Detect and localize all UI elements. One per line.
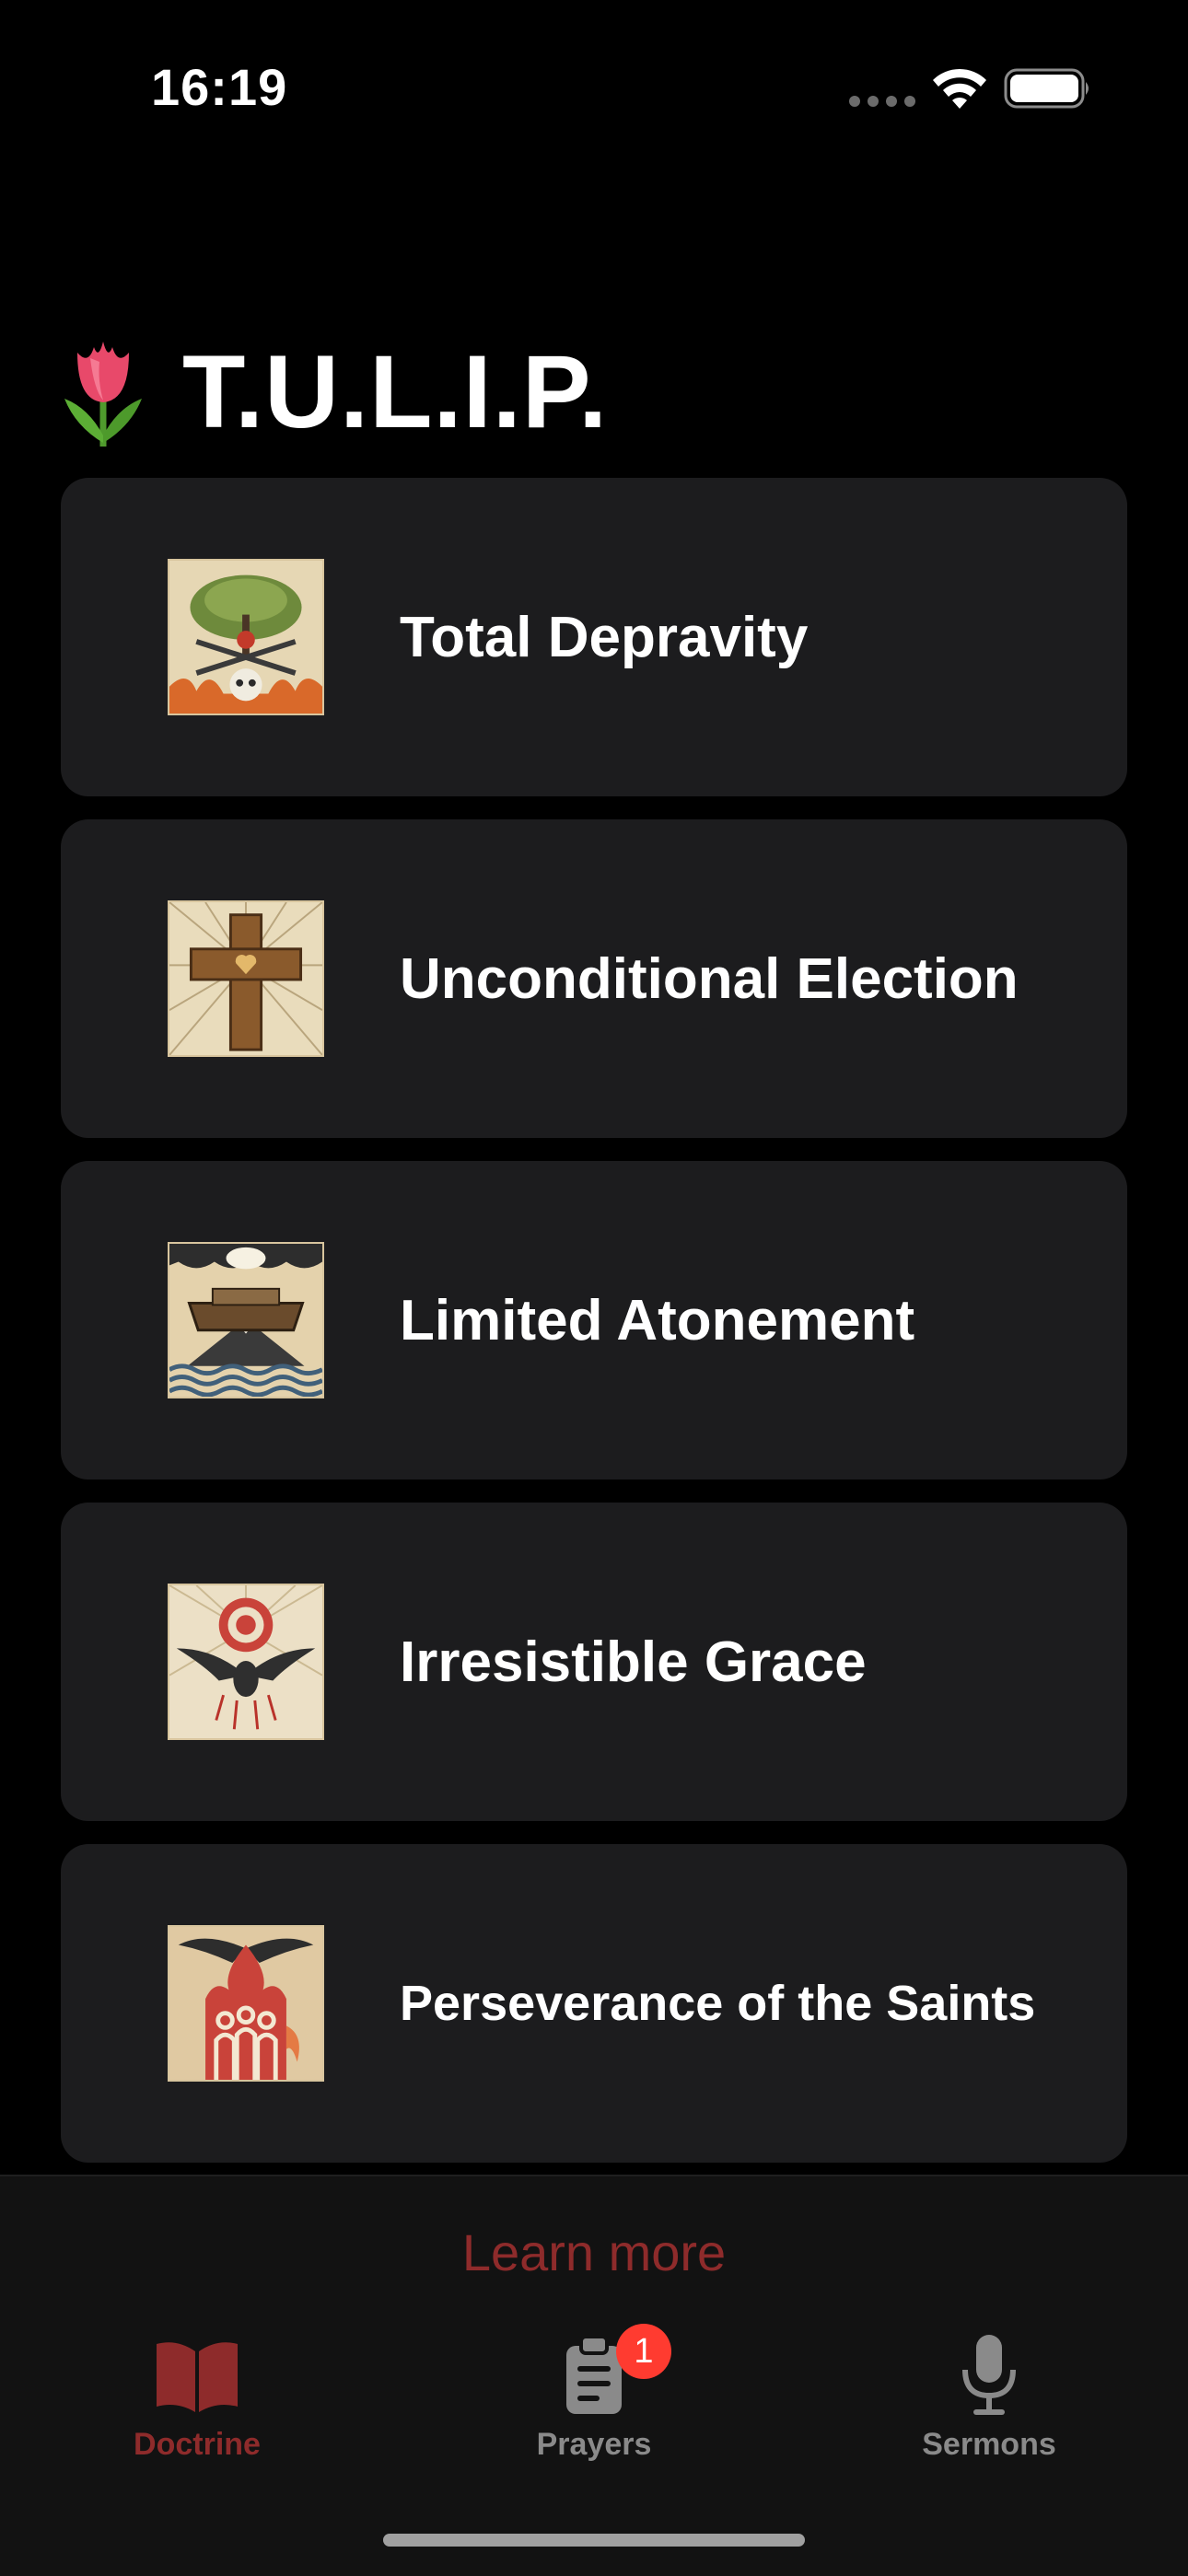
- tab-prayers[interactable]: 1 Prayers: [456, 2324, 732, 2480]
- tab-label: Doctrine: [134, 2427, 261, 2462]
- card-perseverance-of-the-saints[interactable]: Perseverance of the Saints: [61, 1844, 1127, 2163]
- tab-doctrine[interactable]: Doctrine: [59, 2333, 335, 2480]
- card-unconditional-election[interactable]: Unconditional Election: [61, 819, 1127, 1138]
- battery-icon: [1004, 68, 1089, 109]
- card-irresistible-grace[interactable]: Irresistible Grace: [61, 1503, 1127, 1821]
- status-bar: 16:19: [0, 0, 1188, 175]
- card-label: Total Depravity: [400, 605, 809, 669]
- flame-saints-icon: [168, 1925, 324, 2082]
- book-icon: [157, 2342, 238, 2412]
- tab-bar: Doctrine 1 Prayers Sermons: [0, 2324, 1188, 2480]
- page-title: T.U.L.I.P.: [182, 333, 609, 449]
- notification-badge: 1: [616, 2324, 671, 2379]
- cross-heart-icon: [168, 900, 324, 1057]
- tab-label: Prayers: [536, 2427, 652, 2462]
- status-time: 16:19: [151, 58, 288, 116]
- card-limited-atonement[interactable]: Limited Atonement: [61, 1161, 1127, 1479]
- card-total-depravity[interactable]: Total Depravity: [61, 478, 1127, 796]
- doctrine-list: Total Depravity Unconditional Election L…: [61, 478, 1127, 2186]
- card-label: Irresistible Grace: [400, 1630, 867, 1694]
- bottom-bar: Learn more Doctrine 1 Prayers Sermons: [0, 2175, 1188, 2576]
- page-header: T.U.L.I.P.: [57, 331, 608, 451]
- wifi-icon: [933, 68, 986, 109]
- learn-more-link[interactable]: Learn more: [0, 2222, 1188, 2282]
- card-label: Perseverance of the Saints: [400, 1976, 1036, 2031]
- ark-icon: [168, 1242, 324, 1398]
- home-indicator[interactable]: [383, 2534, 805, 2547]
- dove-flower-icon: [168, 1584, 324, 1740]
- card-label: Limited Atonement: [400, 1288, 915, 1352]
- card-label: Unconditional Election: [400, 946, 1019, 1011]
- cellular-signal-icon: [849, 96, 915, 107]
- tab-label: Sermons: [922, 2427, 1056, 2462]
- tulip-icon: [64, 342, 142, 447]
- tree-skull-icon: [168, 559, 324, 715]
- tab-sermons[interactable]: Sermons: [851, 2333, 1127, 2480]
- microphone-icon: [962, 2335, 1016, 2415]
